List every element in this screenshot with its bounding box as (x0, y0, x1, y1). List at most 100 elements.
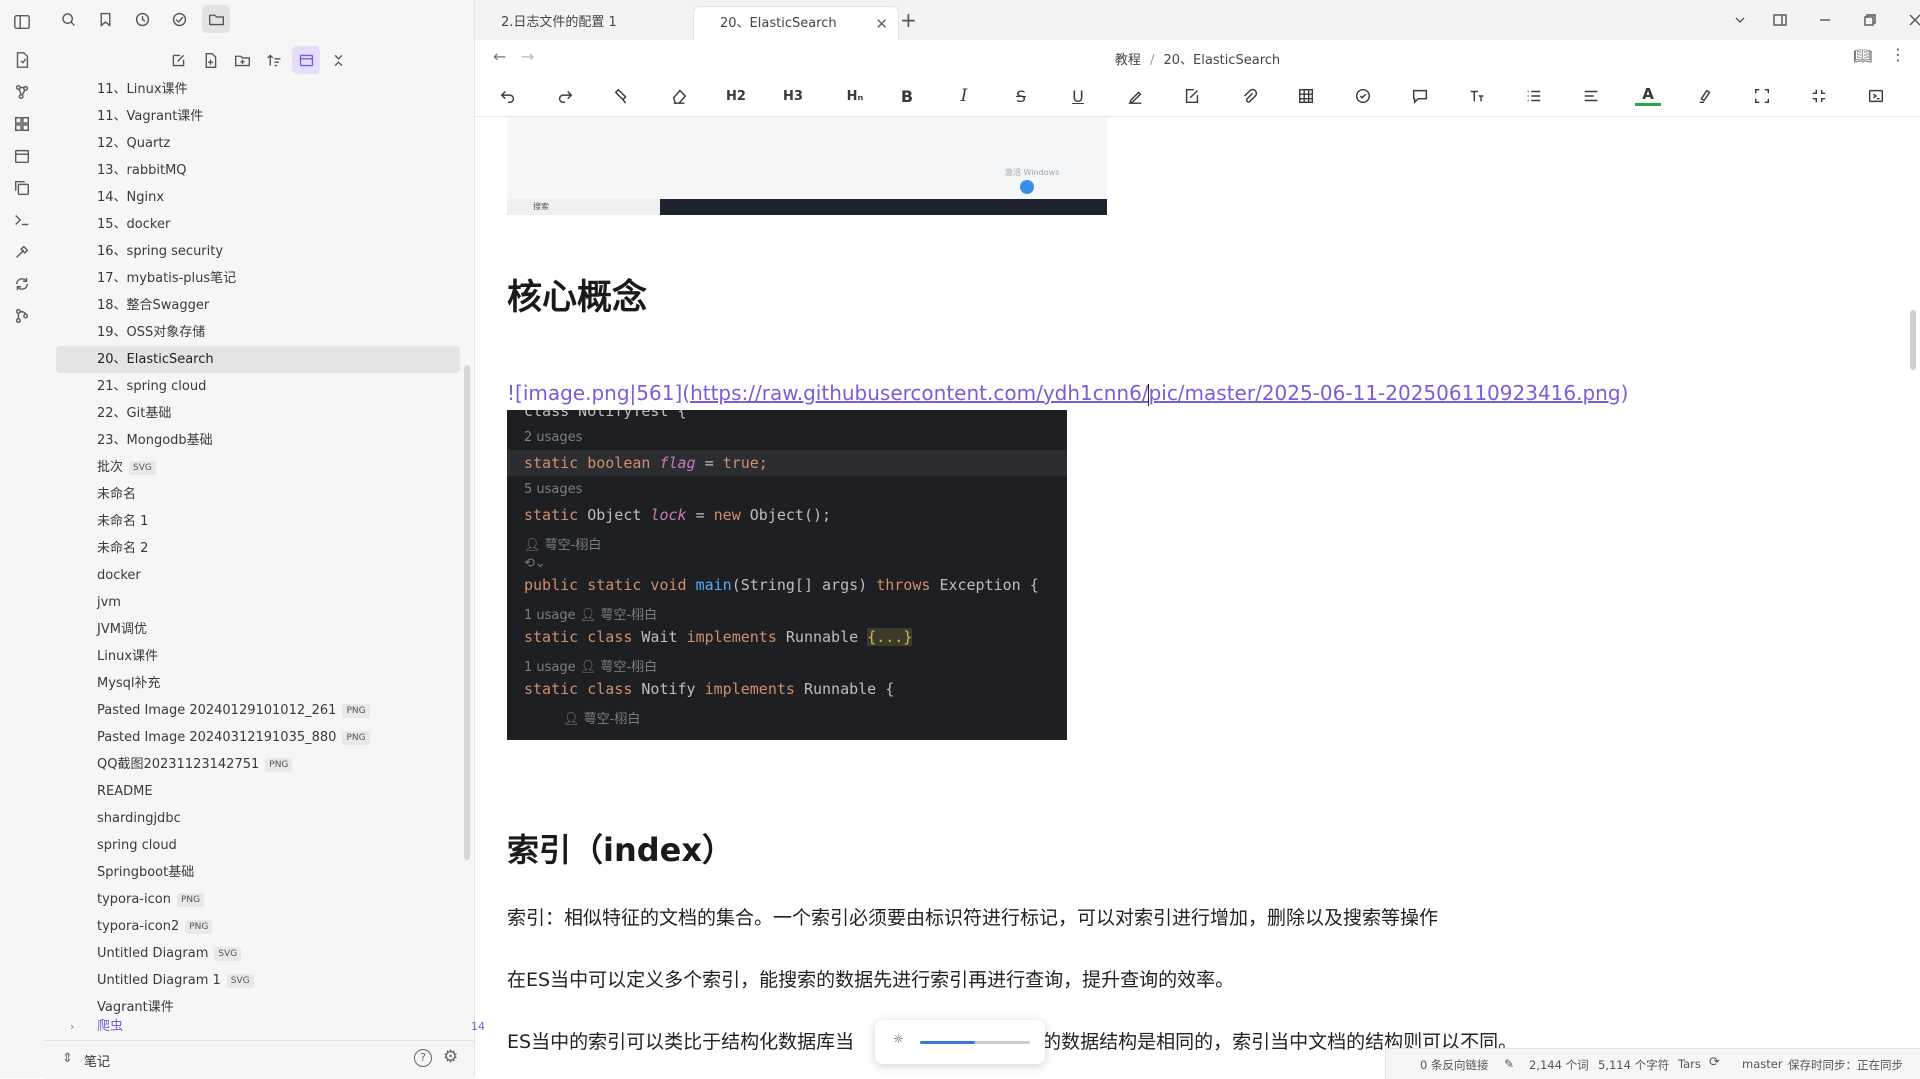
file-item[interactable]: jvm (56, 589, 460, 616)
file-item[interactable]: 20、ElasticSearch (56, 346, 460, 373)
minimize-icon[interactable] (1810, 8, 1840, 32)
list-icon[interactable] (1521, 84, 1547, 108)
reading-view-icon[interactable]: 📖︎ (1853, 47, 1872, 65)
highlight-pen-icon[interactable] (1122, 84, 1148, 108)
file-item[interactable]: 14、Nginx (56, 184, 460, 211)
undo-icon[interactable] (495, 84, 521, 108)
format-painter-icon[interactable] (609, 84, 635, 108)
tab-elasticsearch[interactable]: 20、ElasticSearch ✕ (693, 6, 899, 41)
file-item[interactable]: typora-icon2 PNG (56, 913, 460, 940)
breadcrumb-current[interactable]: 20、ElasticSearch (1164, 53, 1281, 68)
text-color-button[interactable]: A (1635, 84, 1661, 106)
italic-button[interactable]: I (951, 84, 977, 108)
exit-fullscreen-icon[interactable] (1806, 84, 1832, 108)
fullscreen-icon[interactable] (1749, 84, 1775, 108)
toggle-right-sidebar-icon[interactable] (1765, 8, 1795, 32)
sort-icon[interactable] (260, 46, 288, 74)
text-size-icon[interactable] (1464, 84, 1490, 108)
redo-icon[interactable] (552, 84, 578, 108)
copy-icon[interactable] (12, 178, 32, 198)
file-item[interactable]: 未命名 1 (56, 508, 460, 535)
file-item[interactable]: typora-icon PNG (56, 886, 460, 913)
table-icon[interactable] (1293, 84, 1319, 108)
plugin-icon[interactable] (165, 5, 193, 33)
zoom-slider[interactable] (920, 1041, 1030, 1044)
terminal-icon[interactable] (12, 210, 32, 230)
breadcrumb-parent[interactable]: 教程 (1115, 53, 1141, 68)
link-url-a[interactable]: https://raw.githubusercontent.com/ydh1cn… (690, 381, 1149, 405)
file-item[interactable]: 17、mybatis-plus笔记 (56, 265, 460, 292)
help-icon[interactable]: ? (414, 1049, 432, 1067)
file-item[interactable]: 16、spring security (56, 238, 460, 265)
settings-gear-icon[interactable]: ⚙ (443, 1047, 458, 1067)
edit-pencil-icon[interactable]: ✎ (1504, 1057, 1514, 1071)
folder-icon[interactable] (202, 5, 230, 33)
file-item[interactable]: Linux课件 (56, 643, 460, 670)
file-item[interactable]: 12、Quartz (56, 130, 460, 157)
strikethrough-button[interactable]: S (1008, 84, 1034, 108)
file-item[interactable]: 19、OSS对象存储 (56, 319, 460, 346)
file-item[interactable]: docker (56, 562, 460, 589)
file-item[interactable]: 13、rabbitMQ (56, 157, 460, 184)
file-item[interactable]: Untitled Diagram 1 SVG (56, 967, 460, 994)
toggle-sidebar-icon[interactable] (12, 12, 32, 32)
sidebar-scrollbar[interactable] (464, 365, 470, 860)
file-item[interactable]: 11、Vagrant课件 (56, 103, 460, 130)
close-window-icon[interactable] (1900, 8, 1920, 32)
link-url-b[interactable]: pic/master/2025-06-11-202506110923416.pn… (1149, 381, 1621, 405)
file-item[interactable]: 15、docker (56, 211, 460, 238)
highlight-color-icon[interactable] (1692, 84, 1718, 108)
new-note-icon[interactable] (164, 46, 192, 74)
file-item[interactable]: Springboot基础 (56, 859, 460, 886)
checklist-icon[interactable] (1350, 84, 1376, 108)
file-item[interactable]: 22、Git基础 (56, 400, 460, 427)
heading2-button[interactable]: H2 (723, 84, 749, 108)
file-item[interactable]: Untitled Diagram SVG (56, 940, 460, 967)
sync-icon[interactable] (12, 274, 32, 294)
chevron-updown-icon[interactable]: ⇕ (62, 1051, 73, 1066)
search-icon[interactable] (54, 5, 82, 33)
file-item[interactable]: shardingjdbc (56, 805, 460, 832)
file-item[interactable]: JVM调优 (56, 616, 460, 643)
new-note-icon[interactable] (12, 50, 32, 70)
file-item[interactable]: README (56, 778, 460, 805)
chevron-down-icon[interactable] (1725, 8, 1755, 32)
tab-log-config[interactable]: 2.日志文件的配置 1 (475, 6, 681, 40)
vault-name[interactable]: 笔记 (84, 1051, 110, 1070)
bold-button[interactable]: B (894, 84, 920, 108)
author-name[interactable]: Tars (1678, 1057, 1701, 1071)
callout-icon[interactable] (1407, 84, 1433, 108)
calendar-icon[interactable] (12, 146, 32, 166)
tools-icon[interactable] (12, 242, 32, 262)
canvas-icon[interactable] (12, 114, 32, 134)
file-item[interactable]: QQ截图20231123142751 PNG (56, 751, 460, 778)
git-icon[interactable] (12, 306, 32, 326)
file-item[interactable]: 18、整合Swagger (56, 292, 460, 319)
file-item[interactable]: 21、spring cloud (56, 373, 460, 400)
file-item[interactable]: 批次 SVG (56, 454, 460, 481)
backlinks-count[interactable]: 0 条反向链接 (1420, 1057, 1488, 1073)
new-tab-icon[interactable]: + (900, 8, 917, 32)
file-item[interactable]: spring cloud (56, 832, 460, 859)
graph-view-icon[interactable] (12, 82, 32, 102)
auto-reveal-icon[interactable] (292, 46, 320, 74)
close-icon[interactable]: ✕ (875, 7, 888, 41)
attachment-icon[interactable] (1236, 84, 1262, 108)
file-item[interactable]: Pasted Image 20240312191035_880 PNG (56, 724, 460, 751)
more-options-icon[interactable]: ⋮ (1890, 45, 1906, 64)
file-item[interactable]: 未命名 2 (56, 535, 460, 562)
editor-content[interactable]: 激活 Windows 搜索 核心概念 ![image.png|561](http… (507, 117, 1907, 1078)
align-icon[interactable] (1578, 84, 1604, 108)
edit-note-icon[interactable] (1179, 84, 1205, 108)
image-embed-link[interactable]: ![image.png|561](https://raw.githubuserc… (507, 381, 1628, 406)
refresh-icon[interactable]: ⟳ (1709, 1055, 1720, 1070)
clock-icon[interactable] (128, 5, 156, 33)
heading-n-button[interactable]: Hₙ (837, 84, 873, 108)
underline-button[interactable]: U (1065, 84, 1091, 108)
git-branch[interactable]: master (1742, 1057, 1783, 1071)
bookmark-icon[interactable] (91, 5, 119, 33)
file-item[interactable]: 未命名 (56, 481, 460, 508)
file-item[interactable]: Pasted Image 20240129101012_261 PNG (56, 697, 460, 724)
new-folder-icon[interactable] (228, 46, 256, 74)
heading3-button[interactable]: H3 (780, 84, 806, 108)
